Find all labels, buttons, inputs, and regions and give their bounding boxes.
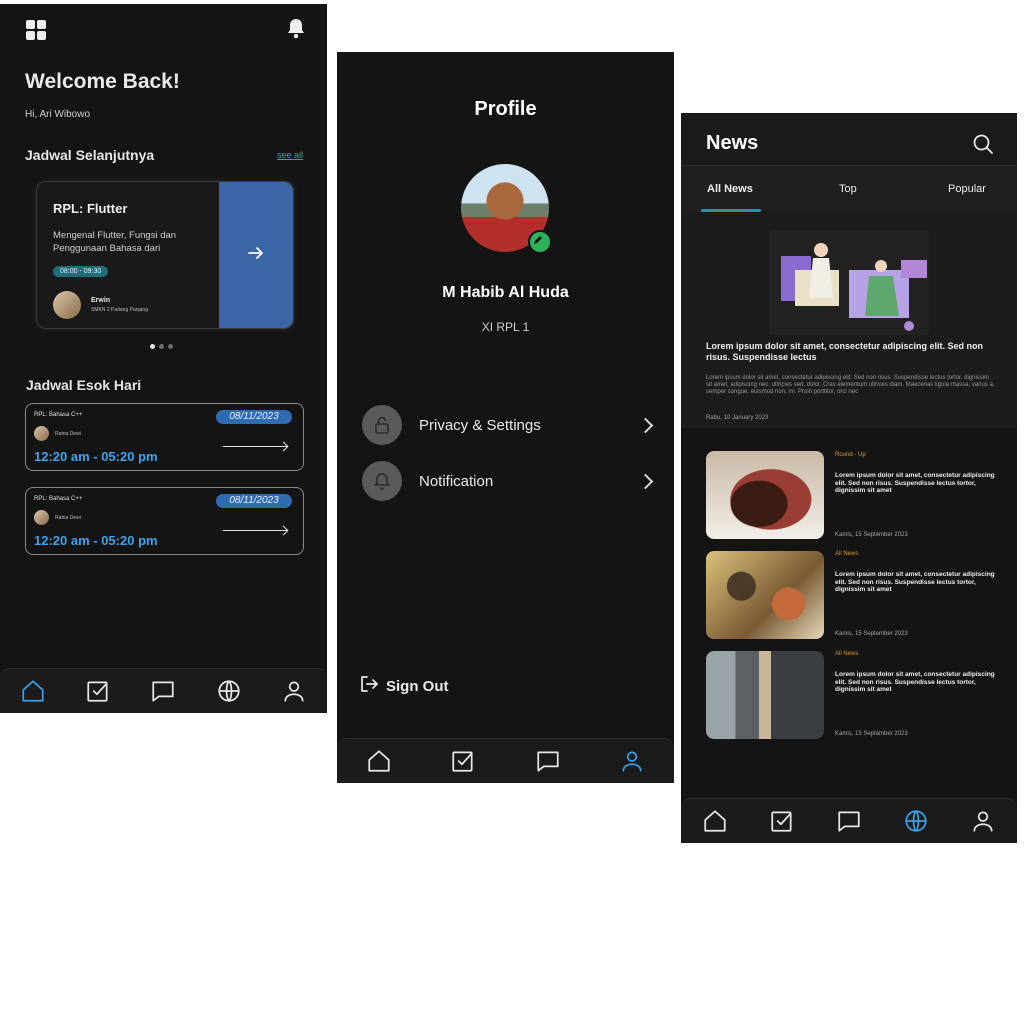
chevron-right-icon	[637, 473, 654, 489]
page-title: Welcome Back!	[25, 70, 180, 93]
featured-illustration	[769, 230, 929, 335]
bottom-navigation	[681, 798, 1017, 843]
globe-icon[interactable]	[901, 806, 931, 836]
news-date: Kamis, 15 September 2023	[835, 631, 908, 637]
home-icon[interactable]	[18, 676, 48, 706]
carousel-dots[interactable]	[150, 344, 173, 349]
page-title: News	[706, 132, 759, 154]
next-schedule-card[interactable]: RPL: Flutter Mengenal Flutter, Fungsi da…	[36, 181, 294, 329]
lock-icon	[362, 405, 402, 445]
news-thumbnail	[706, 451, 824, 539]
tab-all-news[interactable]: All News	[707, 183, 753, 195]
bell-icon	[362, 461, 402, 501]
teacher-avatar	[53, 291, 81, 319]
profile-class: XI RPL 1	[481, 320, 530, 334]
chat-icon[interactable]	[148, 676, 178, 706]
schedule-time: 12:20 am - 05:20 pm	[34, 449, 158, 464]
profile-screen: Profile M Habib Al Huda XI RPL 1 Privacy…	[337, 52, 674, 783]
sign-out-label: Sign Out	[386, 677, 449, 695]
bottom-navigation	[337, 738, 674, 783]
news-title: Lorem ipsum dolor sit amet, consectetur …	[835, 571, 995, 593]
profile-name: M Habib Al Huda	[442, 284, 569, 301]
chat-icon[interactable]	[834, 806, 864, 836]
news-category: All News	[835, 651, 859, 657]
schedule-subject: RPL: Bahasa C++	[34, 412, 83, 418]
user-icon[interactable]	[279, 676, 309, 706]
news-category: All News	[835, 551, 859, 557]
teacher-name: Erwin	[91, 297, 111, 304]
home-icon[interactable]	[364, 746, 394, 776]
edit-profile-icon[interactable]	[528, 230, 552, 254]
arrow-right-icon	[247, 244, 265, 267]
grid-menu-icon[interactable]	[25, 19, 47, 46]
news-thumbnail	[706, 651, 824, 739]
schedule-time: 12:20 am - 05:20 pm	[34, 533, 158, 548]
home-icon[interactable]	[700, 806, 730, 836]
teacher-avatar	[34, 510, 49, 525]
school-name: SMKN 2 Padang Panjang	[91, 307, 148, 313]
time-badge: 08:00 - 09:30	[53, 266, 109, 277]
bottom-navigation	[0, 668, 327, 713]
sign-out-icon	[359, 674, 379, 698]
menu-item-privacy[interactable]: Privacy & Settings	[362, 405, 658, 445]
search-icon[interactable]	[972, 133, 994, 160]
schedule-item[interactable]: RPL: Bahasa C++ 08/11/2023 Ratna Dewi 12…	[25, 403, 304, 471]
news-title: Lorem ipsum dolor sit amet, consectetur …	[835, 671, 995, 693]
featured-excerpt: Lorem ipsum dolor sit amet, consectetur …	[706, 375, 995, 395]
news-screen: News All News Top Popular Lorem ipsum do…	[681, 113, 1017, 843]
user-icon[interactable]	[968, 806, 998, 836]
schedule-item[interactable]: RPL: Bahasa C++ 08/11/2023 Ratna Dewi 12…	[25, 487, 304, 555]
teacher-name: Ratna Dewi	[55, 515, 81, 521]
see-all-link[interactable]: see all	[277, 150, 303, 160]
tab-popular[interactable]: Popular	[948, 183, 986, 195]
arrow-right-icon	[223, 446, 287, 447]
featured-date: Rabu, 10 January 2023	[706, 415, 769, 421]
tab-top[interactable]: Top	[839, 183, 857, 195]
menu-label: Privacy & Settings	[419, 416, 541, 434]
news-date: Kamis, 15 September 2023	[835, 532, 908, 538]
news-date: Kamis, 15 September 2023	[835, 731, 908, 737]
news-title: Lorem ipsum dolor sit amet, consectetur …	[835, 472, 995, 494]
arrow-right-icon	[223, 530, 287, 531]
open-schedule-button[interactable]	[219, 182, 293, 328]
greeting-text: Hi, Ari Wibowo	[25, 109, 91, 120]
section-title-tomorrow: Jadwal Esok Hari	[26, 377, 142, 393]
user-icon[interactable]	[617, 746, 647, 776]
chat-icon[interactable]	[533, 746, 563, 776]
menu-label: Notification	[419, 472, 494, 490]
sign-out-button[interactable]: Sign Out	[359, 674, 449, 698]
tasks-icon[interactable]	[767, 806, 797, 836]
teacher-avatar	[34, 426, 49, 441]
card-title: RPL: Flutter	[53, 201, 128, 216]
card-description: Mengenal Flutter, Fungsi dan Penggunaan …	[53, 230, 177, 254]
tasks-icon[interactable]	[448, 746, 478, 776]
chevron-right-icon	[637, 417, 654, 433]
schedule-subject: RPL: Bahasa C++	[34, 496, 83, 502]
schedule-date: 08/11/2023	[216, 494, 292, 508]
bell-icon[interactable]	[286, 17, 306, 44]
page-title: Profile	[474, 98, 537, 120]
section-title-next: Jadwal Selanjutnya	[25, 147, 155, 163]
menu-item-notification[interactable]: Notification	[362, 461, 658, 501]
teacher-name: Ratna Dewi	[55, 431, 81, 437]
featured-title: Lorem ipsum dolor sit amet, consectetur …	[706, 341, 984, 362]
news-category: Round - Up	[835, 452, 866, 458]
news-tabs: All News Top Popular	[681, 166, 1017, 212]
news-thumbnail	[706, 551, 824, 639]
schedule-date: 08/11/2023	[216, 410, 292, 424]
home-screen: Welcome Back! Hi, Ari Wibowo Jadwal Sela…	[0, 4, 327, 713]
tasks-icon[interactable]	[83, 676, 113, 706]
globe-icon[interactable]	[214, 676, 244, 706]
